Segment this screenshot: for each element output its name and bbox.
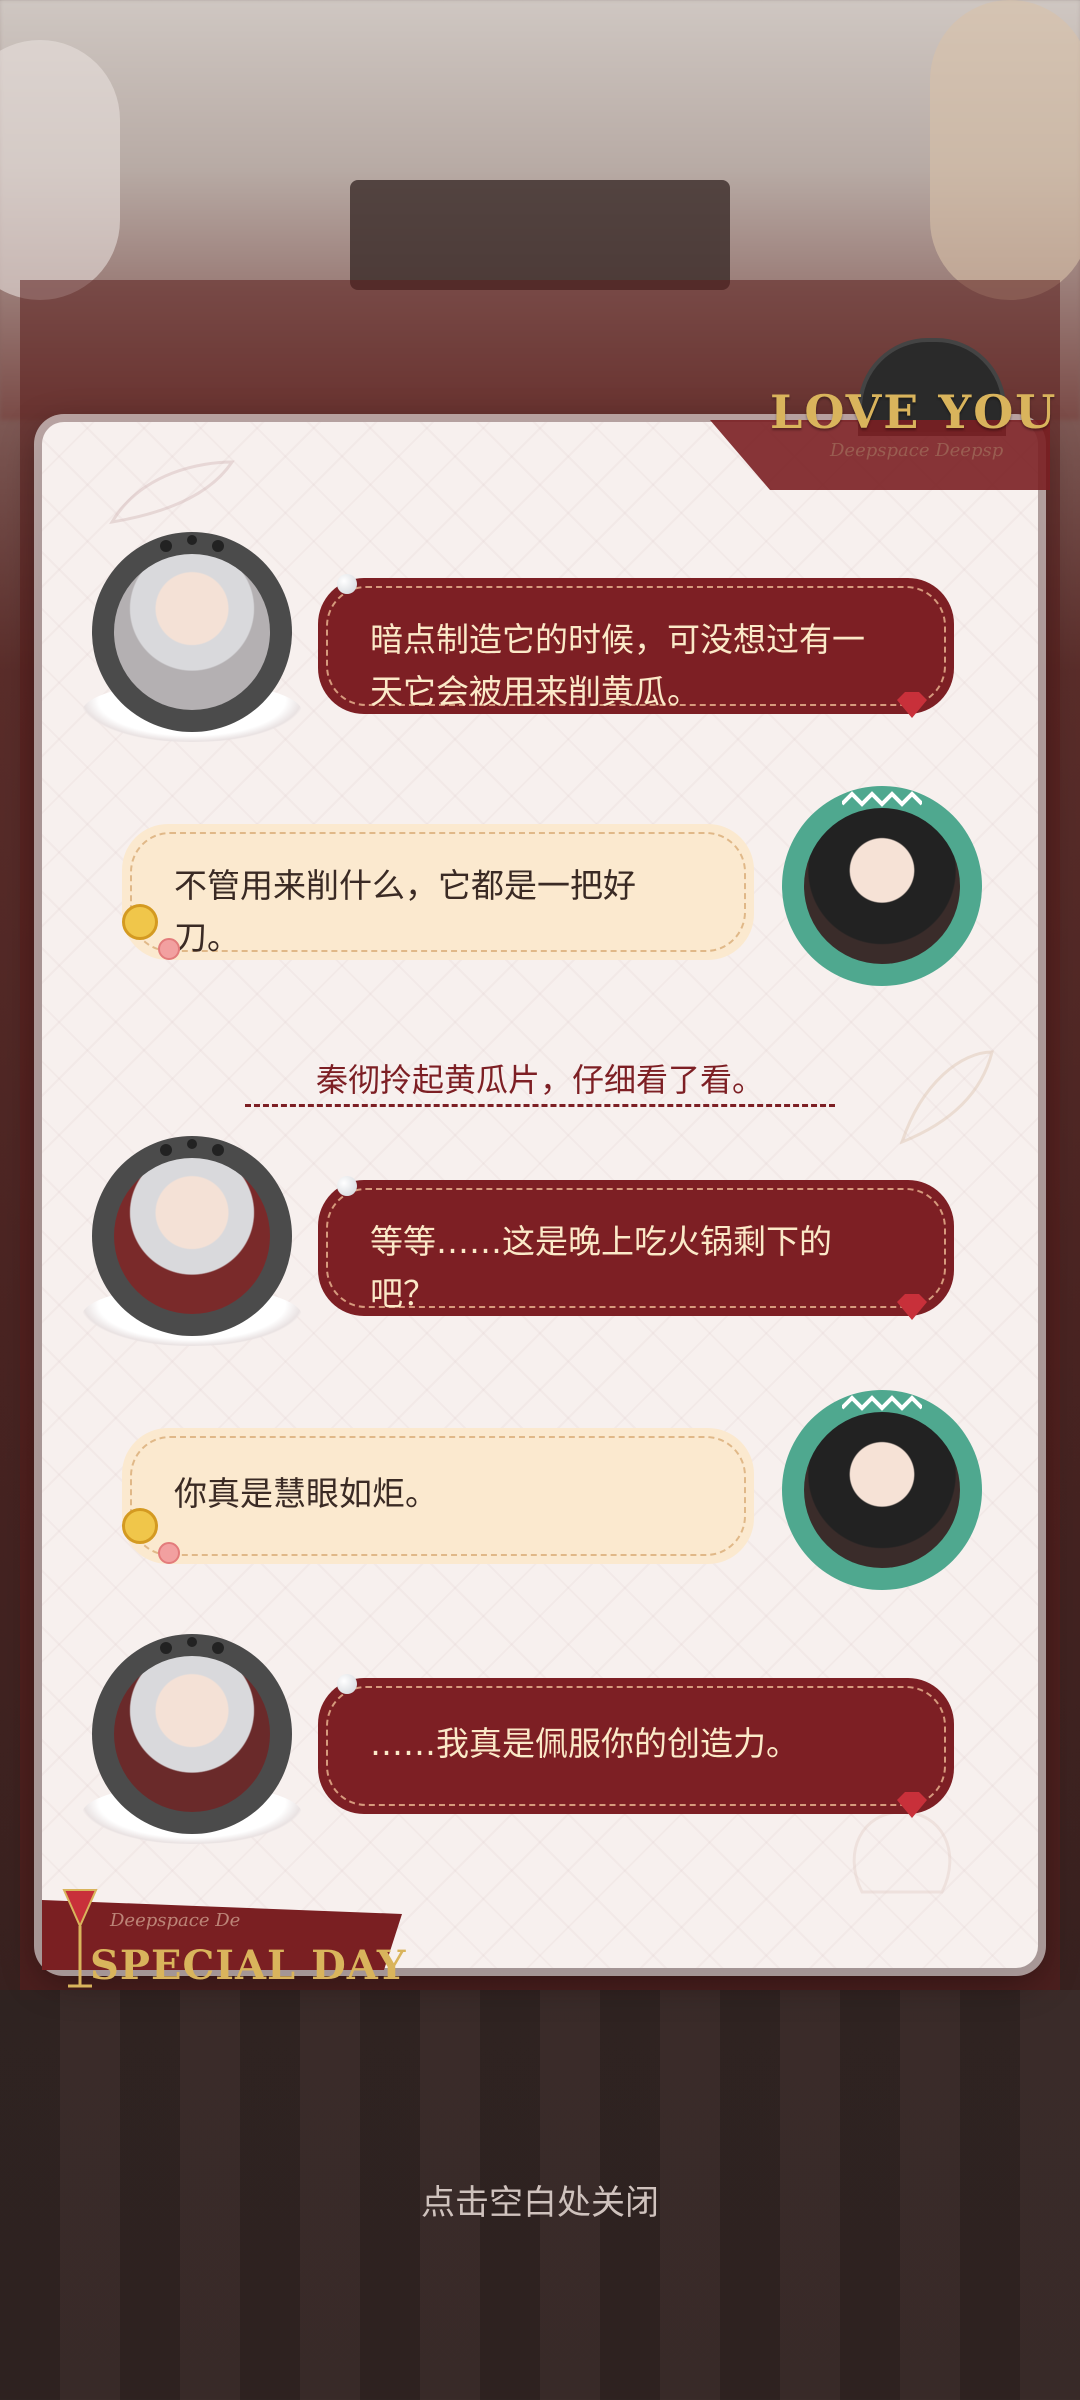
background-blur-shape xyxy=(930,0,1080,300)
message-bubble-female: 你真是慧眼如炬。 xyxy=(122,1428,754,1564)
bear-ears-icon xyxy=(160,535,224,552)
message-text: 等等……这是晚上吃火锅剩下的 吧？ xyxy=(370,1222,832,1313)
shark-teeth-icon xyxy=(842,1395,922,1411)
feather-icon xyxy=(899,1050,994,1145)
shark-teeth-icon xyxy=(842,791,922,807)
flower-icon xyxy=(158,938,180,960)
avatar-male xyxy=(82,1136,302,1346)
message-text: 你真是慧眼如炬。 xyxy=(174,1474,438,1513)
avatar-male xyxy=(82,1634,302,1844)
avatar-male xyxy=(82,532,302,742)
pearl-icon xyxy=(337,1176,357,1196)
narration-text: 秦彻拎起黄瓜片，仔细看了看。 xyxy=(315,1061,764,1099)
message-bubble-male: 暗点制造它的时候，可没想过有一 天它会被用来削黄瓜。 xyxy=(318,578,954,714)
pearl-icon xyxy=(337,574,357,594)
avatar-female xyxy=(782,1390,982,1590)
pearl-icon xyxy=(337,1674,357,1694)
coin-icon xyxy=(122,904,158,940)
gem-icon xyxy=(897,692,927,718)
bear-ears-icon xyxy=(160,1637,224,1654)
avatar-female xyxy=(782,786,982,986)
coin-icon xyxy=(122,1508,158,1544)
message-text: 暗点制造它的时候，可没想过有一 天它会被用来削黄瓜。 xyxy=(370,620,865,711)
flower-icon xyxy=(158,1542,180,1564)
ribbon-subtext: Deepspace Deepsp xyxy=(830,440,1004,461)
bear-ears-icon xyxy=(160,1139,224,1156)
message-bubble-male: ……我真是佩服你的创造力。 xyxy=(318,1678,954,1814)
background-blur-shape xyxy=(0,40,120,300)
message-text: 不管用来削什么，它都是一把好 刀。 xyxy=(174,866,636,957)
message-bubble-female: 不管用来削什么，它都是一把好 刀。 xyxy=(122,824,754,960)
gem-icon xyxy=(897,1792,927,1818)
ribbon-subtext: Deepspace De xyxy=(110,1910,241,1931)
background-plaque xyxy=(350,180,730,290)
gem-icon xyxy=(897,1294,927,1320)
close-hint-text[interactable]: 点击空白处关闭 xyxy=(0,2175,1080,2224)
message-bubble-male: 等等……这是晚上吃火锅剩下的 吧？ xyxy=(318,1180,954,1316)
love-you-title: LOVE YOU xyxy=(770,385,1058,439)
message-text: ……我真是佩服你的创造力。 xyxy=(370,1724,799,1763)
special-day-title: SPECIAL DAY xyxy=(90,1942,407,1989)
narration-divider xyxy=(245,1104,835,1107)
